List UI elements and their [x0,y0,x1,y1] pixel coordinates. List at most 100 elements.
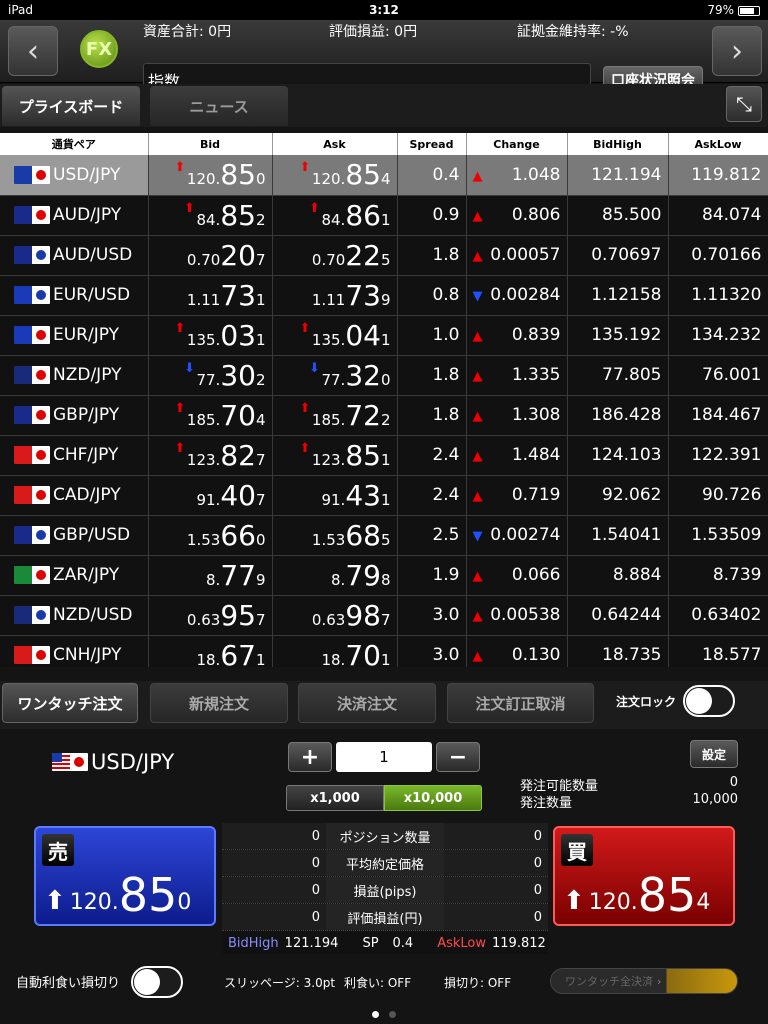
bidhigh-cell: 186.428 [567,395,669,436]
ask-cell[interactable]: 18.701 [272,635,398,667]
stop-loss-text: 損切り: OFF [444,976,512,990]
pair-cell[interactable]: AUD/JPY [0,195,149,236]
tab-settle-order[interactable]: 決済注文 [298,683,436,723]
table-row[interactable]: EUR/JPY ⬆135.031 ⬆135.041 1.0 ▲ 0.839 135.192 1… [0,315,768,356]
buy-button[interactable]: 買 ⬆ 120. 85 4 [553,826,735,926]
stat-label: ポジション数量 [326,823,444,849]
pair-cell[interactable]: NZD/USD [0,595,149,636]
total-assets: 資産合計: 0円 [143,24,232,40]
order-qty-label: 発注数量 [520,796,573,811]
order-lock-toggle[interactable] [683,685,735,717]
pair-cell[interactable]: EUR/JPY [0,315,149,356]
sell-price: ⬆ 120. 85 0 [44,868,192,922]
chevron-left-icon: ‹ [27,33,39,69]
order-qty-value: 10,000 [692,792,739,807]
tab-one-touch-order[interactable]: ワンタッチ注文 [2,683,138,723]
ask-cell[interactable]: 1.11739 [272,275,398,316]
bid-cell[interactable]: 8.779 [148,555,273,596]
auto-tpsl-toggle[interactable] [131,966,183,998]
bid-cell[interactable]: ⬆135.031 [148,315,273,356]
bidhigh-value: 121.194 [284,935,339,951]
table-row[interactable]: CAD/JPY 91.407 91.431 2.4 ▲ 0.719 92.062 90.726 [0,475,768,516]
pair-cell[interactable]: ZAR/JPY [0,555,149,596]
tab-news[interactable]: ニュース [150,86,288,126]
ask-cell[interactable]: 0.63987 [272,595,398,636]
pair-cell[interactable]: EUR/USD [0,275,149,316]
qty-plus-button[interactable]: + [288,742,332,772]
pair-cell[interactable]: CAD/JPY [0,475,149,516]
bid-cell[interactable]: ⬆120.850 [148,155,273,196]
ask-cell[interactable]: ⬇77.320 [272,355,398,396]
qty-minus-button[interactable]: − [436,742,480,772]
bid-cell[interactable]: 0.63957 [148,595,273,636]
sell-button[interactable]: 売 ⬆ 120. 85 0 [34,826,216,926]
ask-cell[interactable]: ⬆123.851 [272,435,398,476]
pair-cell[interactable]: GBP/JPY [0,395,149,436]
bid-cell[interactable]: 1.11731 [148,275,273,316]
bid-cell[interactable]: ⬆123.827 [148,435,273,476]
table-row[interactable]: AUD/USD 0.70207 0.70225 1.8 ▲ 0.00057 0.70697 0… [0,235,768,276]
pair-cell[interactable]: GBP/USD [0,515,149,556]
clock: 3:12 [369,3,399,17]
table-row[interactable]: CNH/JPY 18.671 18.701 3.0 ▲ 0.130 18.735 18.577 [0,635,768,667]
table-row[interactable]: EUR/USD 1.11731 1.11739 0.8 ▼ 0.00284 1.12158 1… [0,275,768,316]
stat-sell-value: 0 [222,877,326,903]
table-row[interactable]: GBP/JPY ⬆185.704 ⬆185.722 1.8 ▲ 1.308 186.428 1… [0,395,768,436]
asklow-cell: 90.726 [668,475,768,516]
multiplier-1000-button[interactable]: x1,000 [286,785,384,811]
ask-cell[interactable]: 91.431 [272,475,398,516]
arrow-up-icon: ⬆ [174,160,186,176]
asklow-cell: 1.53509 [668,515,768,556]
ask-cell[interactable]: 0.70225 [272,235,398,276]
bid-cell[interactable]: 0.70207 [148,235,273,276]
change-cell: ▲ 1.335 [466,355,568,396]
table-row[interactable]: NZD/USD 0.63957 0.63987 3.0 ▲ 0.00538 0.64244 0… [0,595,768,636]
arrow-down-icon: ⬇ [309,360,320,376]
pair-cell[interactable]: CHF/JPY [0,435,149,476]
tab-price-board[interactable]: プライスボード [2,86,140,126]
stat-sell-value: 0 [222,904,326,930]
bid-cell[interactable]: 1.53660 [148,515,273,556]
asklow-value: 119.812 [492,935,546,951]
pair-cell[interactable]: AUD/USD [0,235,149,276]
table-row[interactable]: GBP/USD 1.53660 1.53685 2.5 ▼ 0.00274 1.54041 1… [0,515,768,556]
forward-button[interactable]: › [712,26,762,76]
bid-cell[interactable]: 18.671 [148,635,273,667]
ask-cell[interactable]: ⬆120.854 [272,155,398,196]
pair-cell[interactable]: CNH/JPY [0,635,149,667]
table-row[interactable]: AUD/JPY ⬆84.852 ⬆84.861 0.9 ▲ 0.806 85.500 84.0… [0,195,768,236]
quantity-input[interactable]: 1 [336,742,432,772]
tab-new-order[interactable]: 新規注文 [150,683,288,723]
expand-icon[interactable]: ⤡ [726,86,762,122]
battery-icon [738,5,760,16]
table-row[interactable]: CHF/JPY ⬆123.827 ⬆123.851 2.4 ▲ 1.484 124.103 1… [0,435,768,476]
bid-cell[interactable]: 91.407 [148,475,273,516]
ask-cell[interactable]: ⬆185.722 [272,395,398,436]
tab-modify-cancel[interactable]: 注文訂正取消 [447,683,594,723]
settings-button[interactable]: 設定 [690,740,738,768]
ask-cell[interactable]: ⬆135.041 [272,315,398,356]
spread-cell: 0.4 [397,155,467,196]
table-row[interactable]: USD/JPY ⬆120.850 ⬆120.854 0.4 ▲ 1.048 121.194 1… [0,155,768,196]
triangle-up-icon: ▲ [472,209,483,224]
bid-cell[interactable]: ⬆84.852 [148,195,273,236]
pair-cell[interactable]: NZD/JPY [0,355,149,396]
bid-cell[interactable]: ⬇77.302 [148,355,273,396]
page-indicator-dot[interactable] [389,1011,396,1018]
bid-cell[interactable]: ⬆185.704 [148,395,273,436]
ask-cell[interactable]: 1.53685 [272,515,398,556]
bidhigh-cell: 77.805 [567,355,669,396]
currency-flag-icon [14,406,50,424]
table-row[interactable]: NZD/JPY ⬇77.302 ⬇77.320 1.8 ▲ 1.335 77.805 76.0… [0,355,768,396]
pair-cell[interactable]: USD/JPY [0,155,149,196]
table-row[interactable]: ZAR/JPY 8.779 8.798 1.9 ▲ 0.066 8.884 8.739 [0,555,768,596]
back-button[interactable]: ‹ [8,26,58,76]
change-cell: ▲ 0.130 [466,635,568,667]
settle-all-slider[interactable]: ワンタッチ全決済 › [550,968,738,994]
page-indicator-dot[interactable] [372,1011,379,1018]
order-tabs: ワンタッチ注文 新規注文 決済注文 注文訂正取消 注文ロック [0,681,768,729]
multiplier-10000-button[interactable]: x10,000 [384,785,482,811]
ask-cell[interactable]: ⬆84.861 [272,195,398,236]
change-cell: ▲ 0.066 [466,555,568,596]
ask-cell[interactable]: 8.798 [272,555,398,596]
